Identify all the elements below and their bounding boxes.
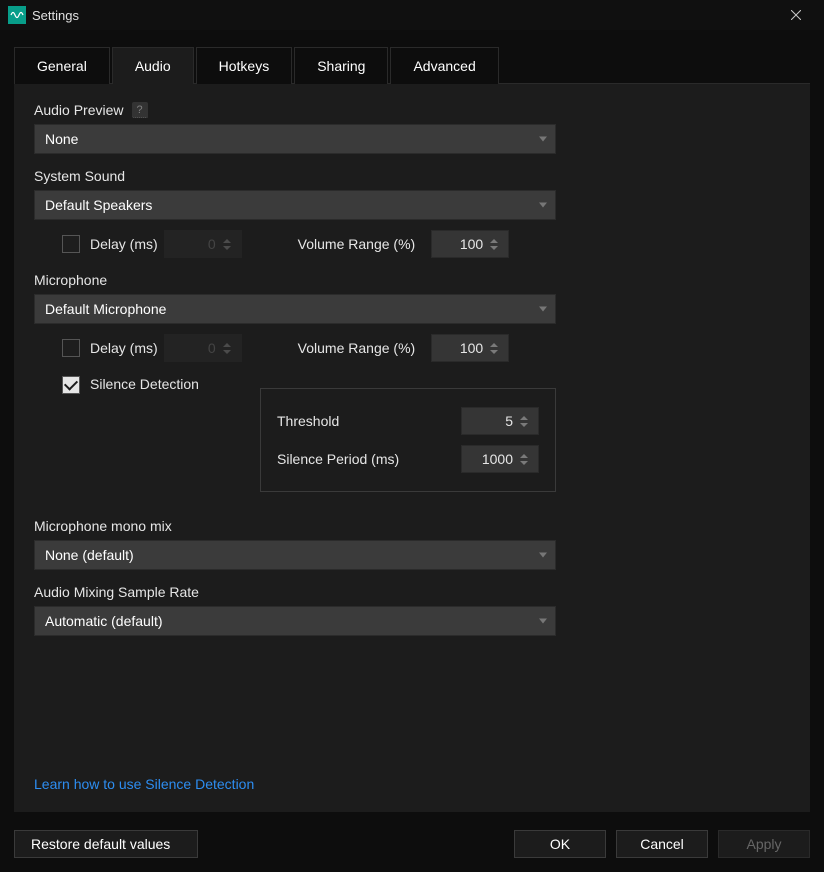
audio-panel: Audio Preview ? None System Sound Defaul… xyxy=(14,84,810,812)
mic-delay-label: Delay (ms) xyxy=(90,340,158,356)
silence-detection-label: Silence Detection xyxy=(90,376,199,392)
threshold-label: Threshold xyxy=(277,413,339,429)
mic-volume-label: Volume Range (%) xyxy=(298,340,416,356)
sample-rate-dropdown[interactable]: Automatic (default) xyxy=(34,606,556,636)
titlebar: Settings xyxy=(0,0,824,30)
threshold-spinner[interactable]: 5 xyxy=(461,407,539,435)
system-sound-label: System Sound xyxy=(34,168,125,184)
audio-preview-label: Audio Preview xyxy=(34,102,124,118)
microphone-value: Default Microphone xyxy=(45,301,166,317)
apply-button[interactable]: Apply xyxy=(718,830,810,858)
tab-sharing[interactable]: Sharing xyxy=(294,47,388,84)
chevron-down-icon xyxy=(539,137,547,142)
silence-detection-help-link[interactable]: Learn how to use Silence Detection xyxy=(34,776,254,792)
system-sound-value: Default Speakers xyxy=(45,197,152,213)
silence-period-label: Silence Period (ms) xyxy=(277,451,399,467)
system-sound-dropdown[interactable]: Default Speakers xyxy=(34,190,556,220)
mic-delay-spinner[interactable]: 0 xyxy=(164,334,242,362)
ok-button[interactable]: OK xyxy=(514,830,606,858)
sys-volume-label: Volume Range (%) xyxy=(298,236,416,252)
window-close-button[interactable] xyxy=(776,0,816,30)
chevron-down-icon xyxy=(539,203,547,208)
microphone-dropdown[interactable]: Default Microphone xyxy=(34,294,556,324)
sys-delay-checkbox[interactable] xyxy=(62,235,80,253)
silence-detection-checkbox[interactable] xyxy=(62,376,80,394)
window-title: Settings xyxy=(32,8,79,23)
mic-delay-checkbox[interactable] xyxy=(62,339,80,357)
chevron-down-icon xyxy=(539,619,547,624)
sample-rate-value: Automatic (default) xyxy=(45,613,163,629)
dialog-footer: Restore default values OK Cancel Apply xyxy=(0,816,824,872)
chevron-down-icon xyxy=(539,307,547,312)
chevron-down-icon xyxy=(539,553,547,558)
tab-audio[interactable]: Audio xyxy=(112,47,194,84)
mono-mix-dropdown[interactable]: None (default) xyxy=(34,540,556,570)
tab-advanced[interactable]: Advanced xyxy=(390,47,498,84)
tabs: General Audio Hotkeys Sharing Advanced xyxy=(14,46,810,84)
mono-mix-value: None (default) xyxy=(45,547,134,563)
silence-detection-frame: Threshold 5 Silence Period (ms) 1000 xyxy=(260,388,556,492)
sys-volume-spinner[interactable]: 100 xyxy=(431,230,509,258)
sys-delay-spinner[interactable]: 0 xyxy=(164,230,242,258)
tab-general[interactable]: General xyxy=(14,47,110,84)
close-icon xyxy=(791,10,801,20)
app-icon xyxy=(8,6,26,24)
microphone-label: Microphone xyxy=(34,272,107,288)
mono-mix-label: Microphone mono mix xyxy=(34,518,172,534)
sys-delay-label: Delay (ms) xyxy=(90,236,158,252)
mic-volume-spinner[interactable]: 100 xyxy=(431,334,509,362)
restore-defaults-button[interactable]: Restore default values xyxy=(14,830,198,858)
audio-preview-value: None xyxy=(45,131,78,147)
silence-period-spinner[interactable]: 1000 xyxy=(461,445,539,473)
cancel-button[interactable]: Cancel xyxy=(616,830,708,858)
sample-rate-label: Audio Mixing Sample Rate xyxy=(34,584,199,600)
tab-hotkeys[interactable]: Hotkeys xyxy=(196,47,293,84)
help-icon[interactable]: ? xyxy=(132,102,148,118)
audio-preview-dropdown[interactable]: None xyxy=(34,124,556,154)
